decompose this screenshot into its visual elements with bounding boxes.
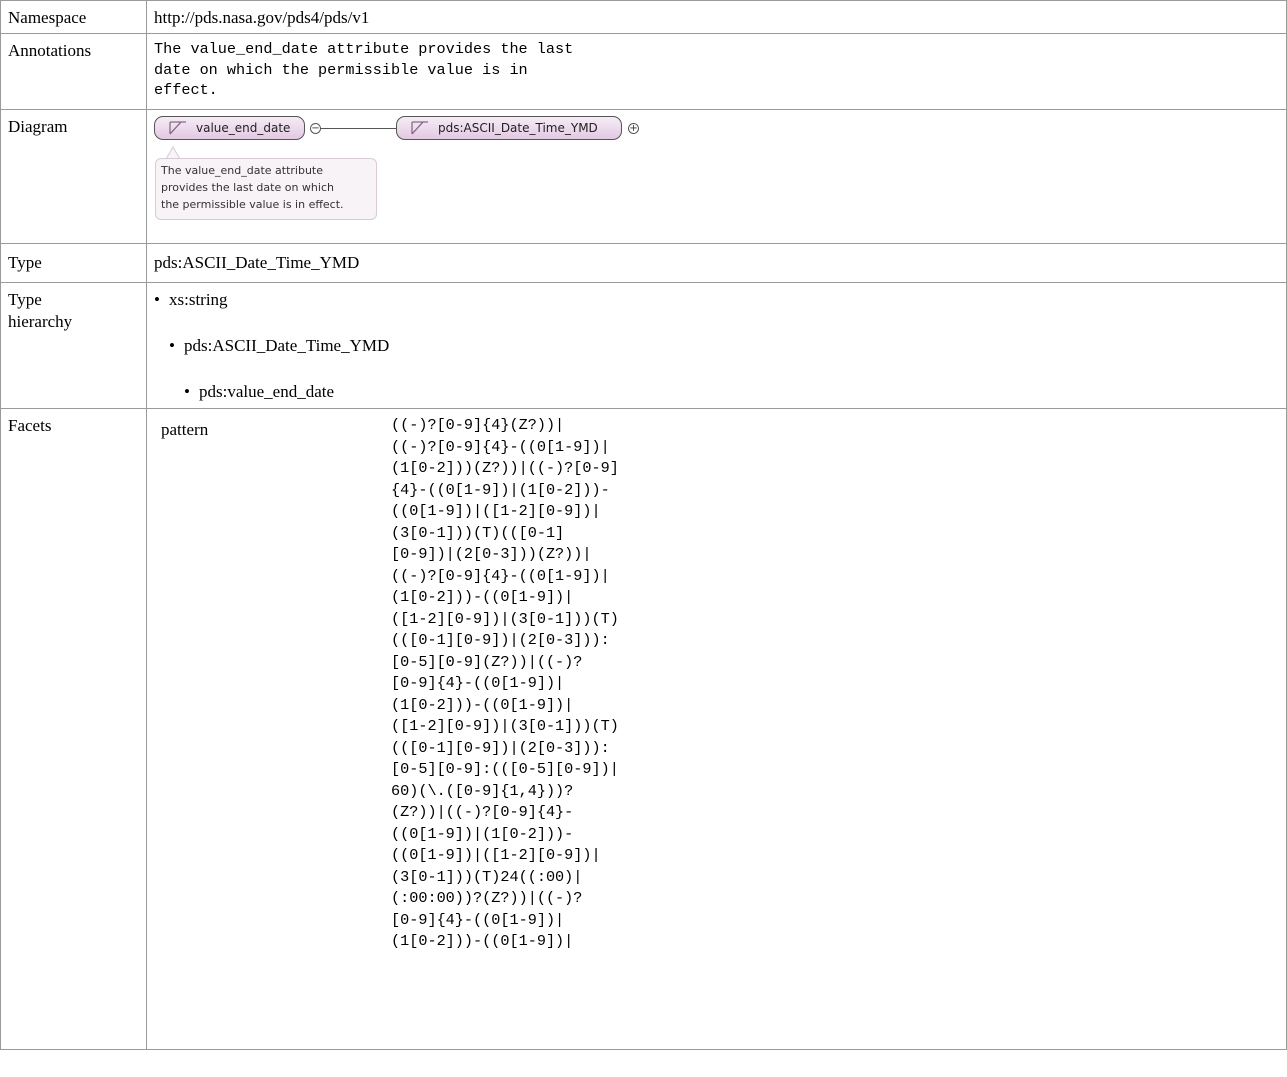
bullet-icon: • [154, 290, 160, 309]
type-hierarchy-label: Type hierarchy [0, 282, 147, 409]
tooltip-line: The value_end_date attribute [161, 164, 324, 177]
bullet-icon: • [184, 382, 190, 401]
facet-name: pattern [161, 420, 209, 439]
tooltip-line: the permissible value is in effect. [161, 198, 344, 211]
expand-icon[interactable]: + [628, 123, 639, 134]
diagram-label: Diagram [0, 109, 147, 244]
schema-diagram: value_end_date − pds:ASCII_Date_Time_YMD… [154, 114, 1286, 239]
type-hierarchy-row: Type hierarchy • xs:string • pds:ASCII_Dat… [0, 282, 1287, 409]
hierarchy-item: • pds:ASCII_Date_Time_YMD [169, 335, 389, 357]
annotations-label: Annotations [0, 33, 147, 110]
hierarchy-item: • pds:value_end_date [184, 381, 334, 403]
tooltip-line: provides the last date on which [161, 181, 334, 194]
hierarchy-item-label: pds:value_end_date [199, 382, 335, 401]
facet-pattern-value: ((-)?[0-9]{4}(Z?))| ((-)?[0-9]{4}-((0[1-… [391, 416, 619, 950]
hierarchy-item: • xs:string [154, 289, 228, 311]
hierarchy-item-label: xs:string [169, 290, 228, 309]
connector-line [321, 128, 396, 129]
namespace-value: http://pds.nasa.gov/pds4/pds/v1 [146, 0, 1287, 34]
type-node-label: pds:ASCII_Date_Time_YMD [438, 121, 598, 135]
namespace-row: Namespace http://pds.nasa.gov/pds4/pds/v… [0, 0, 1287, 34]
type-value-link[interactable]: pds:ASCII_Date_Time_YMD [154, 253, 359, 272]
collapse-icon[interactable]: − [310, 123, 321, 134]
attribute-icon [169, 121, 186, 135]
hierarchy-item-link[interactable]: pds:ASCII_Date_Time_YMD [184, 336, 389, 355]
annotations-row: Annotations The value_end_date attribute… [0, 33, 1287, 110]
element-properties-table: Namespace http://pds.nasa.gov/pds4/pds/v… [0, 0, 1287, 1050]
bullet-icon: • [169, 336, 175, 355]
tooltip-arrow-icon [166, 146, 180, 159]
type-node[interactable]: pds:ASCII_Date_Time_YMD [396, 116, 622, 140]
annotation-tooltip: The value_end_date attribute provides th… [155, 158, 377, 220]
facets-row: Facets pattern ((-)?[0-9]{4}(Z?))| ((-)?… [0, 408, 1287, 1050]
namespace-label: Namespace [0, 0, 147, 34]
diagram-row: Diagram value_end_date − pds:ASCII_Date_… [0, 109, 1287, 244]
type-attribute-icon [411, 121, 428, 135]
type-row: Type pds:ASCII_Date_Time_YMD [0, 243, 1287, 283]
attribute-node-label: value_end_date [196, 121, 291, 135]
facets-label: Facets [0, 408, 147, 1050]
annotations-text: The value_end_date attribute provides th… [154, 40, 574, 99]
attribute-node[interactable]: value_end_date [154, 116, 305, 140]
type-label: Type [0, 243, 147, 283]
facets-table: pattern ((-)?[0-9]{4}(Z?))| ((-)?[0-9]{4… [154, 409, 1286, 1049]
